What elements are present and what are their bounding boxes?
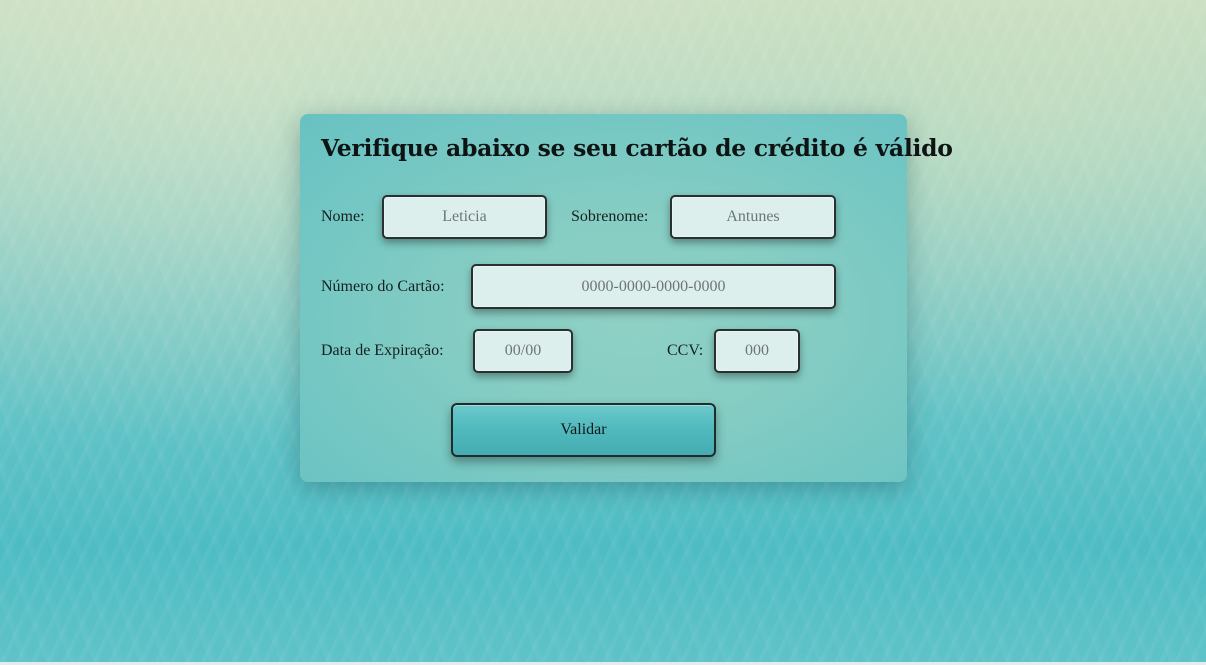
- ccv-label: CCV:: [667, 342, 704, 359]
- nome-input[interactable]: [382, 195, 547, 239]
- form-title: Verifique abaixo se seu cartão de crédit…: [321, 134, 953, 162]
- sobrenome-input[interactable]: [670, 195, 836, 239]
- credit-card-form: Verifique abaixo se seu cartão de crédit…: [300, 114, 953, 482]
- sobrenome-label: Sobrenome:: [571, 208, 649, 225]
- validar-button[interactable]: Validar: [451, 403, 716, 457]
- numero-cartao-label: Número do Cartão:: [321, 278, 445, 295]
- data-expiracao-input[interactable]: [473, 329, 573, 373]
- data-expiracao-label: Data de Expiração:: [321, 342, 444, 359]
- numero-cartao-input[interactable]: [471, 264, 836, 309]
- ccv-input[interactable]: [714, 329, 800, 373]
- nome-label: Nome:: [321, 208, 365, 225]
